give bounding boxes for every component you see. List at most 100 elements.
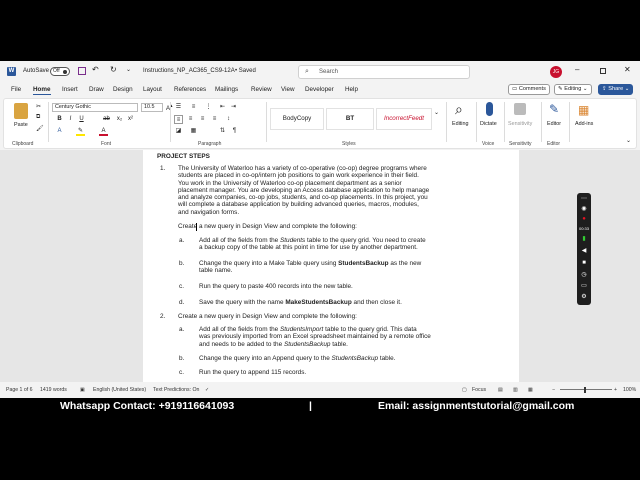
align-right-button[interactable]: ≡: [198, 115, 207, 124]
recorder-menu-icon[interactable]: ⋯: [580, 195, 588, 203]
focus-icon[interactable]: ▢: [462, 387, 467, 393]
zoom-slider-thumb[interactable]: [584, 387, 586, 393]
addins-label[interactable]: Add-ins: [575, 121, 593, 127]
styles-more-icon[interactable]: ⌄: [434, 109, 439, 116]
zoom-out-icon[interactable]: −: [552, 387, 555, 393]
highlight-button[interactable]: ✎: [76, 127, 85, 136]
underline-button[interactable]: U: [77, 115, 86, 124]
tab-layout[interactable]: Layout: [143, 86, 162, 93]
language-status[interactable]: English (United States): [93, 387, 146, 393]
line-spacing-button[interactable]: ↕: [224, 115, 233, 124]
strikethrough-button[interactable]: ab: [102, 115, 111, 124]
window-icon[interactable]: ▭: [580, 282, 588, 290]
settings-icon[interactable]: ⚙: [580, 293, 588, 301]
borders-button[interactable]: ▦: [189, 127, 198, 136]
print-layout-icon[interactable]: ▥: [513, 387, 518, 393]
format-painter-icon[interactable]: 🖌: [36, 125, 44, 132]
paste-icon[interactable]: [14, 103, 28, 119]
numbering-button[interactable]: ≡: [189, 103, 198, 112]
word-count[interactable]: 1419 words: [40, 387, 67, 393]
editor-icon[interactable]: ✎: [549, 102, 559, 116]
minimize-icon[interactable]: –: [575, 65, 579, 74]
justify-button[interactable]: ≡: [210, 115, 219, 124]
tab-help[interactable]: Help: [345, 86, 358, 93]
zoom-in-icon[interactable]: +: [614, 387, 617, 393]
save-icon[interactable]: [78, 67, 86, 75]
tab-view[interactable]: View: [281, 86, 295, 93]
font-color-button[interactable]: A: [99, 127, 108, 136]
editing-mode-button[interactable]: ✎ Editing ⌄: [554, 84, 592, 95]
show-marks-button[interactable]: ¶: [230, 127, 239, 136]
search-box[interactable]: ⌕ Search: [298, 65, 470, 79]
tab-review[interactable]: Review: [251, 86, 272, 93]
cut-icon[interactable]: ✂: [36, 103, 41, 110]
paste-label[interactable]: Paste: [14, 122, 28, 128]
document-area[interactable]: PROJECT STEPS 1. The University of Water…: [0, 150, 640, 382]
zoom-level[interactable]: 100%: [623, 387, 636, 393]
tab-mailings[interactable]: Mailings: [215, 86, 238, 93]
dictate-label[interactable]: Dictate: [480, 121, 497, 127]
microphone-icon[interactable]: ▮: [580, 235, 588, 243]
collapse-ribbon-icon[interactable]: ⌄: [626, 137, 631, 144]
italic-button[interactable]: I: [66, 115, 75, 124]
camera-icon[interactable]: ◉: [580, 205, 588, 213]
tab-developer[interactable]: Developer: [305, 86, 334, 93]
find-icon[interactable]: ⌕: [455, 101, 463, 118]
bold-button[interactable]: B: [55, 115, 64, 124]
autosave-toggle[interactable]: Off: [50, 67, 70, 76]
zoom-slider[interactable]: [560, 389, 612, 390]
record-icon[interactable]: ●: [580, 215, 588, 223]
customize-qat-icon[interactable]: ⌄: [126, 66, 131, 73]
editing-label[interactable]: Editing: [452, 121, 468, 127]
paragraph-line: will complete a database application by …: [178, 201, 419, 209]
shading-button[interactable]: ◪: [174, 127, 183, 136]
addins-icon[interactable]: ▦: [578, 103, 589, 117]
proofing-icon[interactable]: ▣: [80, 387, 85, 393]
document-title[interactable]: Instructions_NP_AC365_CS9-12A: [143, 68, 235, 74]
accessibility-icon[interactable]: ✓: [205, 387, 209, 393]
tab-design[interactable]: Design: [113, 86, 133, 93]
superscript-button[interactable]: x²: [126, 115, 135, 124]
sort-button[interactable]: ⇅: [218, 127, 227, 136]
document-page[interactable]: PROJECT STEPS 1. The University of Water…: [143, 150, 519, 382]
comments-button[interactable]: ▭ Comments: [508, 84, 550, 95]
tab-home[interactable]: Home: [33, 86, 51, 95]
speaker-icon[interactable]: ◀: [580, 247, 588, 255]
page-count[interactable]: Page 1 of 6: [6, 387, 33, 393]
tab-references[interactable]: References: [174, 86, 206, 93]
undo-icon[interactable]: ↶: [92, 65, 99, 74]
text-effects-button[interactable]: A: [55, 127, 64, 136]
editor-label[interactable]: Editor: [547, 121, 561, 127]
close-icon[interactable]: ✕: [624, 65, 631, 74]
sensitivity-icon[interactable]: [514, 103, 526, 115]
maximize-icon[interactable]: [600, 68, 606, 74]
timer-icon[interactable]: ◷: [580, 271, 588, 279]
web-layout-icon[interactable]: ▦: [528, 387, 533, 393]
decrease-indent-button[interactable]: ⇤: [218, 103, 227, 112]
style-bt[interactable]: BT: [326, 108, 374, 130]
style-incorrectfeedback[interactable]: IncorrectFeedt: [376, 108, 432, 130]
stop-icon[interactable]: ■: [580, 259, 588, 267]
redo-icon[interactable]: ↻: [110, 65, 117, 74]
align-left-button[interactable]: ≡: [174, 115, 183, 124]
multilevel-list-button[interactable]: ⋮: [204, 103, 213, 112]
font-name-dropdown[interactable]: Century Gothic: [52, 103, 138, 112]
sensitivity-label[interactable]: Sensitivity: [508, 121, 532, 127]
focus-button[interactable]: Focus: [472, 387, 486, 393]
share-button[interactable]: ⇪ Share ⌄: [598, 84, 634, 95]
copy-icon[interactable]: ⧉: [36, 114, 40, 121]
tab-draw[interactable]: Draw: [89, 86, 104, 93]
tab-insert[interactable]: Insert: [62, 86, 78, 93]
tab-file[interactable]: File: [11, 86, 21, 93]
user-avatar[interactable]: JG: [550, 66, 562, 78]
increase-indent-button[interactable]: ⇥: [229, 103, 238, 112]
bullets-button[interactable]: ☰: [174, 103, 183, 112]
subscript-button[interactable]: x₂: [115, 115, 124, 124]
text-predictions-status[interactable]: Text Predictions: On: [153, 387, 199, 393]
center-button[interactable]: ≡: [186, 115, 195, 124]
microphone-icon[interactable]: [486, 102, 493, 116]
font-size-dropdown[interactable]: 10.5: [141, 103, 163, 112]
style-bodycopy[interactable]: BodyCopy: [270, 108, 324, 130]
text-run: and needs to be added to the: [199, 340, 284, 348]
read-mode-icon[interactable]: ▤: [498, 387, 503, 393]
